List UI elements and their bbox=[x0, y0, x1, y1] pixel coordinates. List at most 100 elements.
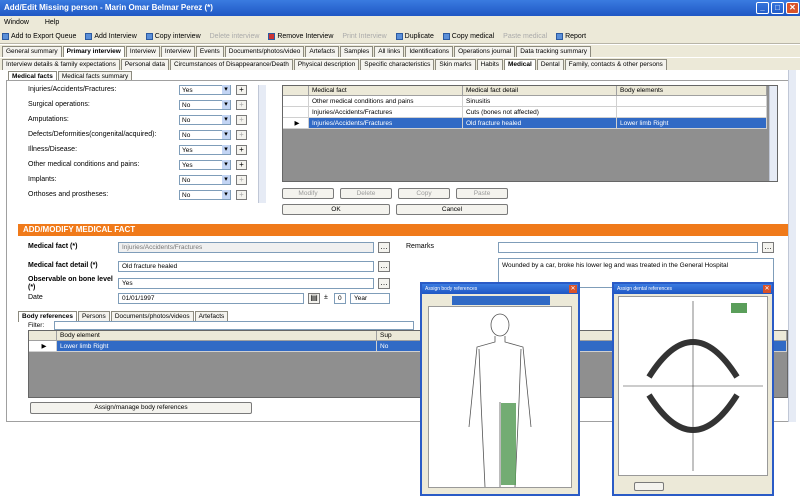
delete-button[interactable]: Delete bbox=[340, 188, 392, 199]
table-cell[interactable]: Lower limb Right bbox=[617, 118, 767, 129]
medical-fact-field[interactable]: Injuries/Accidents/Fractures bbox=[118, 242, 374, 253]
medical-fact-browse-button[interactable]: … bbox=[378, 242, 390, 253]
add-detail-button[interactable]: + bbox=[236, 85, 247, 95]
add-detail-button[interactable]: + bbox=[236, 145, 247, 155]
tab-interview-2[interactable]: Interview bbox=[125, 46, 160, 57]
question-select[interactable]: No bbox=[179, 115, 231, 125]
add-detail-button[interactable]: + bbox=[236, 100, 247, 110]
tab-events[interactable]: Events bbox=[195, 46, 224, 57]
remarks-browse-button[interactable]: … bbox=[762, 242, 774, 253]
add-detail-button[interactable]: + bbox=[236, 160, 247, 170]
modify-button[interactable]: Modify bbox=[282, 188, 334, 199]
tab-documents[interactable]: Documents/photos/video bbox=[224, 46, 305, 57]
observable-select[interactable]: Yes bbox=[118, 278, 374, 289]
main-scrollbar[interactable] bbox=[788, 70, 796, 422]
delete-interview-button[interactable]: Delete interview bbox=[210, 33, 260, 40]
tab-samples[interactable]: Samples bbox=[339, 46, 374, 57]
question-select[interactable]: No bbox=[179, 175, 231, 185]
add-detail-button[interactable]: + bbox=[236, 190, 247, 200]
column-header[interactable]: Medical fact bbox=[309, 86, 463, 96]
question-select[interactable]: No bbox=[179, 100, 231, 110]
remove-interview-button[interactable]: Remove Interview bbox=[268, 32, 333, 40]
grid-scrollbar[interactable] bbox=[769, 86, 777, 181]
tab-family-contacts[interactable]: Family, contacts & other persons bbox=[564, 59, 667, 70]
maximize-icon[interactable]: □ bbox=[771, 2, 784, 14]
table-cell[interactable]: Cuts (bones not affected) bbox=[463, 107, 617, 118]
question-label: Implants: bbox=[28, 176, 57, 183]
tab-specific-characteristics[interactable]: Specific characteristics bbox=[360, 59, 435, 70]
column-header[interactable]: Body elements bbox=[617, 86, 767, 96]
tab-medical[interactable]: Medical bbox=[504, 59, 536, 70]
print-interview-button[interactable]: Print Interview bbox=[342, 33, 386, 40]
question-select[interactable]: No bbox=[179, 130, 231, 140]
tab-operations-journal[interactable]: Operations journal bbox=[454, 46, 516, 57]
paste-medical-button[interactable]: Paste medical bbox=[503, 33, 547, 40]
filter-input[interactable] bbox=[54, 321, 414, 330]
table-cell[interactable]: Sinusitis bbox=[463, 96, 617, 107]
column-header[interactable]: Body element bbox=[57, 331, 377, 341]
table-cell[interactable] bbox=[617, 96, 767, 107]
table-cell[interactable]: Other medical conditions and pains bbox=[309, 96, 463, 107]
menu-window[interactable]: Window bbox=[4, 19, 29, 26]
cancel-button[interactable]: Cancel bbox=[396, 204, 508, 215]
add-detail-button[interactable]: + bbox=[236, 175, 247, 185]
popup-close-icon[interactable]: ✕ bbox=[763, 285, 771, 293]
dental-chart[interactable] bbox=[618, 296, 768, 476]
duplicate-button[interactable]: Duplicate bbox=[395, 32, 434, 40]
report-button[interactable]: Report bbox=[556, 32, 586, 40]
tab-identifications[interactable]: Identifications bbox=[405, 46, 454, 57]
paste-button[interactable]: Paste bbox=[456, 188, 508, 199]
remarks-select[interactable] bbox=[498, 242, 758, 253]
add-interview-button[interactable]: Add Interview bbox=[85, 32, 137, 40]
questions-scrollbar[interactable] bbox=[258, 85, 266, 203]
table-cell[interactable]: Injuries/Accidents/Fractures bbox=[309, 118, 463, 129]
assign-body-references-button[interactable]: Assign/manage body references bbox=[30, 402, 252, 414]
tab-all-links[interactable]: All links bbox=[374, 46, 405, 57]
table-cell[interactable]: Old fracture healed bbox=[463, 118, 617, 129]
tab-primary-interview[interactable]: Primary interview bbox=[62, 46, 125, 57]
popup-selector[interactable] bbox=[452, 296, 550, 305]
ok-button[interactable]: OK bbox=[282, 204, 390, 215]
minimize-icon[interactable]: _ bbox=[756, 2, 769, 14]
question-select[interactable]: Yes bbox=[179, 160, 231, 170]
copy-medical-button[interactable]: Copy medical bbox=[442, 32, 494, 40]
question-select[interactable]: No bbox=[179, 190, 231, 200]
question-select[interactable]: Yes bbox=[179, 145, 231, 155]
copy-medical-icon bbox=[442, 32, 450, 40]
popup-close-icon[interactable]: ✕ bbox=[569, 285, 577, 293]
question-select[interactable]: Yes bbox=[179, 85, 231, 95]
add-to-export-button[interactable]: Add to Export Queue bbox=[2, 32, 76, 40]
tab-interview-details[interactable]: Interview details & family expectations bbox=[2, 59, 120, 70]
table-cell[interactable]: Injuries/Accidents/Fractures bbox=[309, 107, 463, 118]
tab-artefacts[interactable]: Artefacts bbox=[305, 46, 339, 57]
table-cell[interactable] bbox=[617, 107, 767, 118]
body-diagram[interactable] bbox=[428, 306, 572, 488]
calendar-icon[interactable]: ▤ bbox=[308, 293, 320, 304]
copy-button[interactable]: Copy bbox=[398, 188, 450, 199]
question-label: Orthoses and prostheses: bbox=[28, 191, 109, 198]
tab-dental[interactable]: Dental bbox=[536, 59, 564, 70]
dental-popup-button[interactable] bbox=[634, 482, 664, 491]
tab-interview-3[interactable]: Interview bbox=[160, 46, 195, 57]
date-field[interactable]: 01/01/1997 bbox=[118, 293, 304, 304]
tab-habits[interactable]: Habits bbox=[476, 59, 503, 70]
table-cell[interactable]: Lower limb Right bbox=[57, 341, 377, 352]
copy-interview-button[interactable]: Copy interview bbox=[145, 32, 201, 40]
add-detail-button[interactable]: + bbox=[236, 130, 247, 140]
column-header[interactable]: Medical fact detail bbox=[463, 86, 617, 96]
tab-physical-description[interactable]: Physical description bbox=[293, 59, 360, 70]
tab-personal-data[interactable]: Personal data bbox=[120, 59, 169, 70]
tab-skin-marks[interactable]: Skin marks bbox=[435, 59, 476, 70]
detail-field[interactable]: Old fracture healed bbox=[118, 261, 374, 272]
tab-general-summary[interactable]: General summary bbox=[2, 46, 62, 57]
close-icon[interactable]: ✕ bbox=[786, 2, 799, 14]
menu-help[interactable]: Help bbox=[45, 19, 59, 26]
date-offset-field[interactable]: 0 bbox=[334, 293, 346, 304]
add-detail-button[interactable]: + bbox=[236, 115, 247, 125]
tab-circumstances[interactable]: Circumstances of Disappearance/Death bbox=[169, 59, 293, 70]
detail-browse-button[interactable]: … bbox=[378, 261, 390, 272]
tab-data-tracking[interactable]: Data tracking summary bbox=[516, 46, 592, 57]
observable-browse-button[interactable]: … bbox=[378, 278, 390, 289]
date-unit-select[interactable]: Year bbox=[350, 293, 390, 304]
popup-title: Assign body references bbox=[422, 284, 578, 294]
